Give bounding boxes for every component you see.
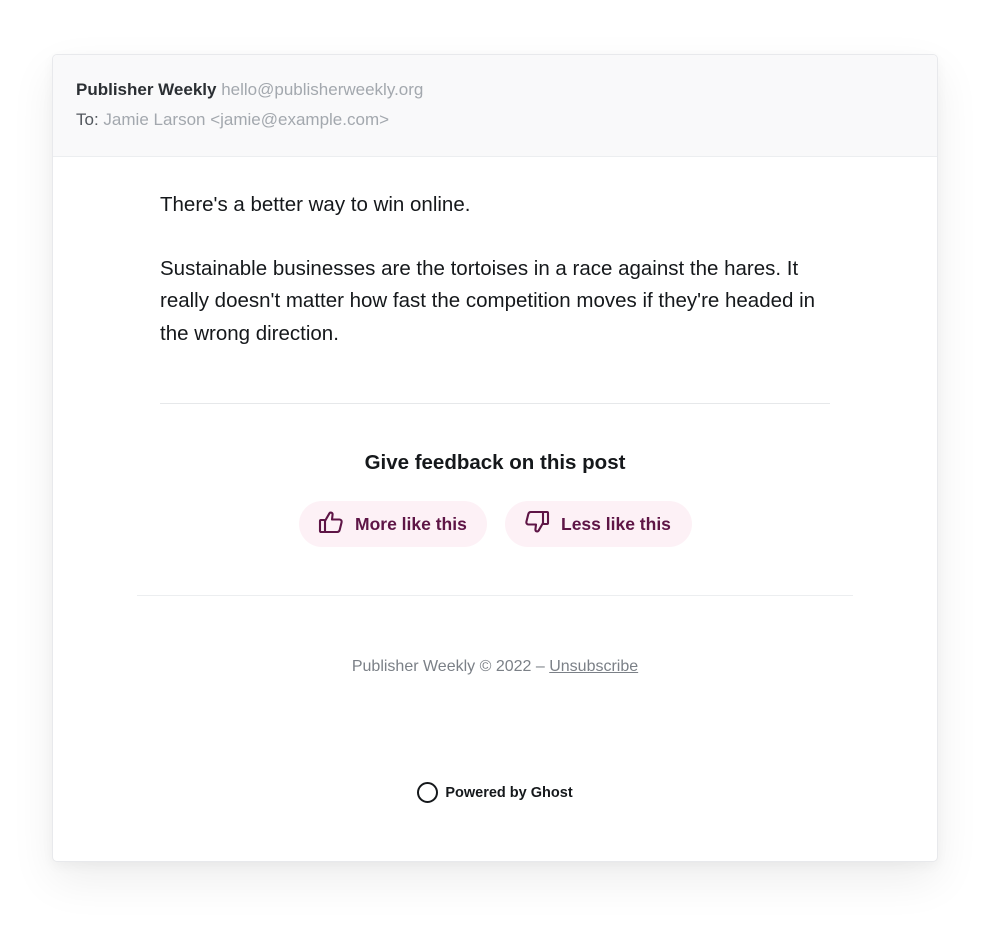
unsubscribe-link[interactable]: Unsubscribe xyxy=(549,658,638,675)
to-prefix: To: xyxy=(76,110,99,129)
feedback-title: Give feedback on this post xyxy=(364,451,626,474)
recipient: Jamie Larson <jamie@example.com> xyxy=(103,110,390,129)
divider xyxy=(160,403,830,404)
more-like-this-label: More like this xyxy=(355,513,467,534)
more-like-this-button[interactable]: More like this xyxy=(299,501,487,547)
from-line: Publisher Weekly hello@publisherweekly.o… xyxy=(76,80,423,100)
body-paragraph: Sustainable businesses are the tortoises… xyxy=(160,256,816,345)
ghost-ring-icon xyxy=(417,782,439,803)
thumbs-down-icon xyxy=(524,509,550,540)
less-like-this-button[interactable]: Less like this xyxy=(505,501,692,547)
divider xyxy=(137,595,853,596)
body-paragraph: There's a better way to win online. xyxy=(160,193,471,216)
email-body: There's a better way to win online. Sust… xyxy=(160,189,832,350)
thumbs-up-icon xyxy=(318,509,344,540)
footer: Publisher Weekly © 2022 – Unsubscribe xyxy=(53,658,937,676)
email-header: Publisher Weekly hello@publisherweekly.o… xyxy=(53,55,937,157)
powered-by-ghost[interactable]: Powered by Ghost xyxy=(53,782,937,803)
to-line: To: Jamie Larson <jamie@example.com> xyxy=(76,110,389,130)
sender-email: hello@publisherweekly.org xyxy=(221,80,424,99)
email-preview-card: Publisher Weekly hello@publisherweekly.o… xyxy=(52,54,938,862)
footer-copyright: Publisher Weekly © 2022 – xyxy=(351,658,550,675)
less-like-this-label: Less like this xyxy=(561,513,671,534)
sender-name: Publisher Weekly xyxy=(76,80,217,99)
powered-by-label: Powered by Ghost xyxy=(445,784,573,801)
